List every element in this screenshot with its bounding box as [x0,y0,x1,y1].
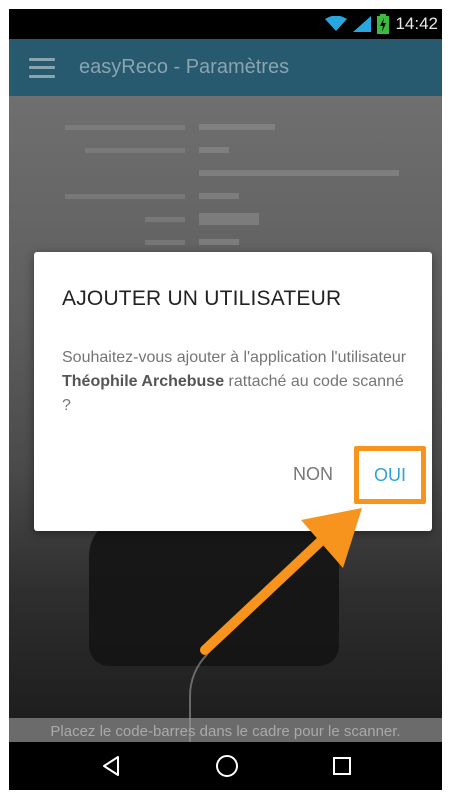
recents-icon[interactable] [332,756,352,776]
wifi-icon [325,16,348,31]
home-icon[interactable] [215,754,239,778]
app-bar: easyReco - Paramètres [9,39,442,96]
status-bar: 14:42 [9,9,442,39]
yes-button-highlight: OUI [354,446,426,504]
navigation-bar [9,742,442,790]
dialog-message: Souhaitez-vous ajouter à l'application l… [62,346,407,418]
app-title: easyReco - Paramètres [79,56,290,78]
dialog-message-text: Souhaitez-vous ajouter à l'application l… [62,349,407,366]
blurred-monitor [89,516,339,666]
battery-charging-icon [377,14,390,34]
no-button[interactable]: NON [293,464,333,485]
signal-icon [353,16,372,32]
scanner-hint: Placez le code-barres dans le cadre pour… [50,723,401,740]
dialog-user-name: Théophile Archebuse [62,373,225,390]
yes-button[interactable]: OUI [374,465,406,486]
dialog-title: AJOUTER UN UTILISATEUR [62,287,342,310]
add-user-dialog: AJOUTER UN UTILISATEUR Souhaitez-vous aj… [34,252,432,531]
hamburger-menu-icon[interactable] [29,57,55,78]
back-icon[interactable] [100,755,122,777]
status-time: 14:42 [395,14,438,33]
